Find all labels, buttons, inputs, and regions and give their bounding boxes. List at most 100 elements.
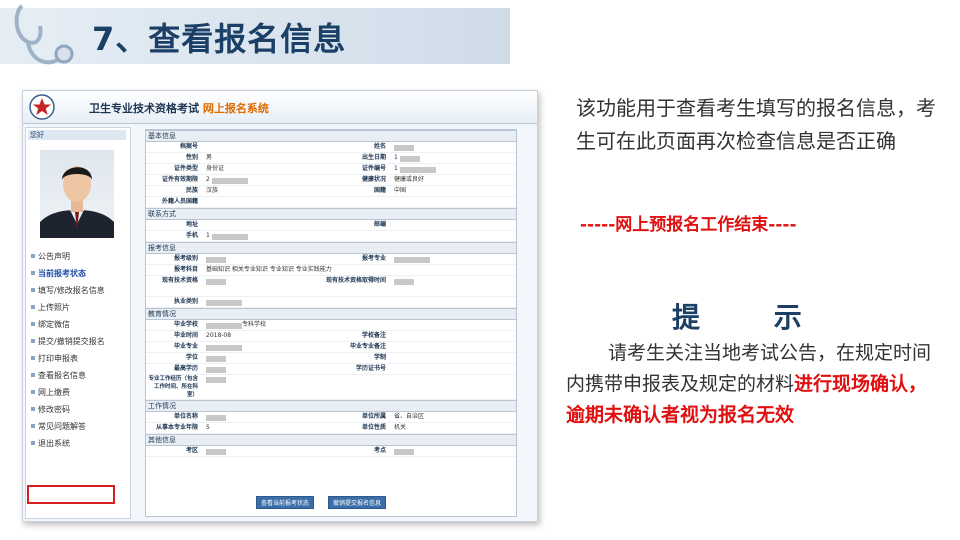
slide-title: 7、查看报名信息 xyxy=(92,20,347,58)
field-label: 证件类型 xyxy=(173,165,198,172)
menu-item-online-payment[interactable]: 网上缴费 xyxy=(30,384,128,401)
field-value-text: 1 xyxy=(394,154,398,161)
stethoscope-icon xyxy=(14,4,74,65)
field-value xyxy=(202,276,324,296)
left-sidebar: 您好 公告声明 当前报考状态 填写/修改报名信息 上传照片 绑定微信 提交/撤销… xyxy=(25,127,131,519)
system-screenshot: 卫生专业技术资格考试 网上报名系统 您好 公告声明 当前报考状态 填写/修改报名… xyxy=(22,90,538,522)
menu-item-print-form[interactable]: 打印申报表 xyxy=(30,350,128,367)
redacted xyxy=(206,448,226,455)
menu-item-announcement[interactable]: 公告声明 xyxy=(30,248,128,265)
section-other: 其他信息 xyxy=(146,434,516,446)
section-work: 工作情况 xyxy=(146,400,516,412)
field-label: 毕业专业备注 xyxy=(349,343,386,350)
redacted xyxy=(206,366,226,373)
menu-item-edit-info[interactable]: 填写/修改报名信息 xyxy=(30,282,128,299)
view-status-button[interactable]: 查看当前报考状态 xyxy=(256,496,315,509)
menu-item-bind-wechat[interactable]: 绑定微信 xyxy=(30,316,128,333)
logo-icon xyxy=(29,94,55,120)
field-label: 专业工作经历（包含工作时间、所在科室） xyxy=(148,376,198,398)
field-value-text: 专科学校 xyxy=(242,321,267,328)
table-row: 毕业时间 2018-08 学校备注 xyxy=(146,331,516,342)
table-row: 毕业学校 专科学校 xyxy=(146,320,516,331)
field-value-text: 2 xyxy=(206,176,210,183)
field-value xyxy=(390,320,516,330)
system-title: 卫生专业技术资格考试 网上报名系统 xyxy=(89,100,269,116)
field-label: 最高学历 xyxy=(173,365,198,372)
field-label: 地址 xyxy=(185,221,198,228)
field-label: 单位所属 xyxy=(361,413,386,420)
field-value xyxy=(390,297,516,307)
field-value xyxy=(390,276,516,296)
feature-description: 该功能用于查看考生填写的报名信息，考生可在此页面再次检查信息是否正确 xyxy=(576,96,936,153)
redacted xyxy=(206,344,242,351)
tip-body: 请考生关注当地考试公告，在规定时间内携带申报表及规定的材料进行现场确认，逾期未确… xyxy=(566,338,938,431)
table-row: 外籍人员国籍 xyxy=(146,197,516,208)
field-label xyxy=(324,320,390,330)
field-label: 档案号 xyxy=(179,143,198,150)
redacted xyxy=(211,233,248,240)
table-row: 证件类型 身份证 证件编号 1 xyxy=(146,164,516,175)
field-value xyxy=(390,220,516,230)
field-label: 现有技术资格取得时间 xyxy=(325,277,386,284)
field-value: 5 xyxy=(206,424,210,431)
table-row: 地址 邮编 xyxy=(146,220,516,231)
highlight-box xyxy=(27,485,115,504)
field-value xyxy=(202,412,324,422)
menu-item-view-info[interactable]: 查看报名信息 xyxy=(30,367,128,384)
table-row: 手机 1 xyxy=(146,231,516,242)
field-value: 基础知识 相关专业知识 专业知识 专业实践能力 xyxy=(206,266,332,273)
field-value xyxy=(202,220,324,230)
table-row: 从事本专业年限 5 单位性质 机关 xyxy=(146,423,516,434)
field-value: 汉族 xyxy=(206,187,219,194)
system-title-main: 卫生专业技术资格考试 xyxy=(89,102,199,115)
field-value xyxy=(390,342,516,352)
field-label: 邮编 xyxy=(373,221,386,228)
table-row: 学位 学制 xyxy=(146,353,516,364)
menu-item-change-password[interactable]: 修改密码 xyxy=(30,401,128,418)
field-label: 毕业学校 xyxy=(173,321,198,328)
table-row: 执业类别 xyxy=(146,297,516,308)
field-label: 学制 xyxy=(373,354,386,361)
field-label: 执业类别 xyxy=(173,298,198,305)
revoke-button[interactable]: 撤销提交报名信息 xyxy=(328,496,387,509)
section-basic: 基本信息 xyxy=(146,130,516,142)
field-value: 2 xyxy=(202,175,324,185)
field-label: 报考科目 xyxy=(173,266,198,273)
field-label: 考区 xyxy=(185,447,198,454)
menu-item-faq[interactable]: 常见问题解答 xyxy=(30,418,128,435)
field-label: 学历证书号 xyxy=(355,365,386,372)
field-label: 国籍 xyxy=(373,187,386,194)
field-value xyxy=(390,353,516,363)
menu-item-current-status[interactable]: 当前报考状态 xyxy=(30,265,128,282)
table-row: 档案号 姓名 xyxy=(146,142,516,153)
field-label: 单位性质 xyxy=(361,424,386,431)
redacted xyxy=(399,166,436,173)
table-row: 证件有效期限 2 健康状况 健康或良好 xyxy=(146,175,516,186)
table-row: 考区 考点 xyxy=(146,446,516,457)
field-value xyxy=(202,364,324,374)
field-value: 省、自治区 xyxy=(394,413,425,420)
redacted xyxy=(206,278,226,285)
redacted xyxy=(211,177,248,184)
field-label: 性别 xyxy=(185,154,198,161)
field-label: 现有技术资格 xyxy=(161,277,198,284)
sidebar-menu: 公告声明 当前报考状态 填写/修改报名信息 上传照片 绑定微信 提交/撤销提交报… xyxy=(30,248,128,452)
field-value xyxy=(390,446,516,456)
menu-item-upload-photo[interactable]: 上传照片 xyxy=(30,299,128,316)
end-notice: -----网上预报名工作结束---- xyxy=(580,215,797,235)
menu-item-submit-revoke[interactable]: 提交/撤销提交报名 xyxy=(30,333,128,350)
menu-item-logout[interactable]: 退出系统 xyxy=(30,435,128,452)
tip-title: 提 示 xyxy=(672,301,834,334)
field-value xyxy=(390,142,516,152)
applicant-photo-image xyxy=(40,166,114,238)
field-value: 健康或良好 xyxy=(394,176,425,183)
redacted xyxy=(394,448,414,455)
field-label: 手机 xyxy=(185,232,198,239)
redacted xyxy=(206,414,226,421)
field-value xyxy=(390,331,516,341)
redacted xyxy=(394,278,414,285)
field-value xyxy=(202,297,324,307)
field-label: 报考级别 xyxy=(173,255,198,262)
section-contact: 联系方式 xyxy=(146,208,516,220)
field-value xyxy=(202,254,324,264)
